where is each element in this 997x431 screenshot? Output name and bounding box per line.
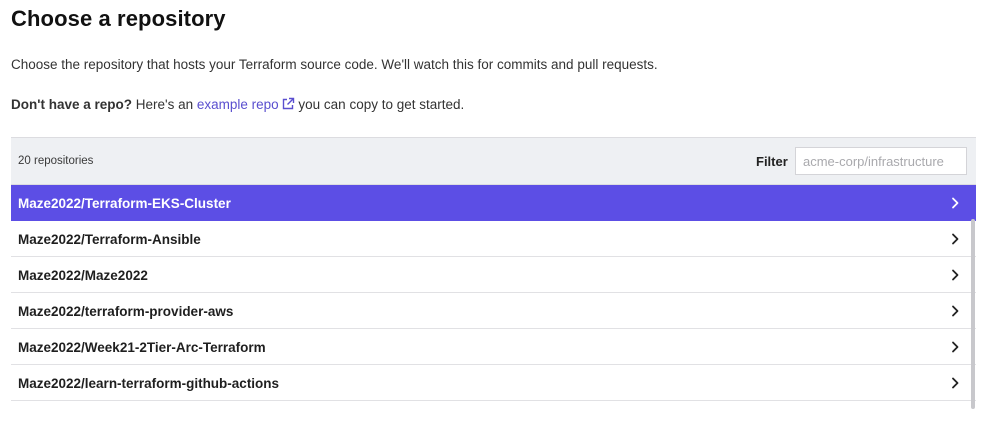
repository-row[interactable]: Maze2022/Week21-2Tier-Arc-Terraform (11, 329, 976, 365)
example-repo-link[interactable]: example repo (197, 97, 295, 112)
repository-name: Maze2022/learn-terraform-github-actions (18, 376, 280, 391)
chevron-right-icon (948, 376, 962, 390)
repository-list: Maze2022/Terraform-EKS-Cluster Maze2022/T… (11, 185, 976, 401)
chevron-right-icon (948, 340, 962, 354)
repository-name: Maze2022/terraform-provider-aws (18, 304, 234, 319)
page-description: Choose the repository that hosts your Te… (11, 57, 658, 72)
repository-row[interactable]: Maze2022/terraform-provider-aws (11, 293, 976, 329)
example-hint-prefix: Here's an (131, 97, 197, 112)
example-hint-question: Don't have a repo? (11, 97, 132, 112)
repository-row[interactable]: Maze2022/Terraform-EKS-Cluster (11, 185, 976, 221)
example-hint-suffix: you can copy to get started. (294, 97, 465, 112)
repository-name: Maze2022/Maze2022 (18, 268, 148, 283)
chevron-right-icon (948, 232, 962, 246)
repository-row[interactable]: Maze2022/learn-terraform-github-actions (11, 365, 976, 401)
filter-label: Filter (756, 154, 788, 169)
repository-panel-header: 20 repositories Filter (11, 138, 976, 185)
repository-list-scrollbar[interactable] (971, 219, 975, 409)
repository-count: 20 repositories (18, 155, 94, 167)
example-repo-link-label: example repo (196, 97, 279, 112)
repository-row[interactable]: Maze2022/Maze2022 (11, 257, 976, 293)
chevron-right-icon (948, 196, 962, 210)
chevron-right-icon (948, 304, 962, 318)
repository-name: Maze2022/Terraform-EKS-Cluster (18, 196, 231, 211)
repository-panel: 20 repositories Filter Maze2022/Terrafor… (11, 137, 976, 411)
example-repo-hint: Don't have a repo? Here's an example rep… (11, 97, 464, 114)
choose-repository-page: Choose a repository Choose the repositor… (0, 0, 997, 431)
external-link-icon (281, 97, 295, 114)
repository-name: Maze2022/Terraform-Ansible (18, 232, 201, 247)
repository-name: Maze2022/Week21-2Tier-Arc-Terraform (18, 340, 266, 355)
filter-input[interactable] (795, 147, 967, 175)
repository-row[interactable]: Maze2022/Terraform-Ansible (11, 221, 976, 257)
chevron-right-icon (948, 268, 962, 282)
page-title: Choose a repository (11, 6, 226, 31)
